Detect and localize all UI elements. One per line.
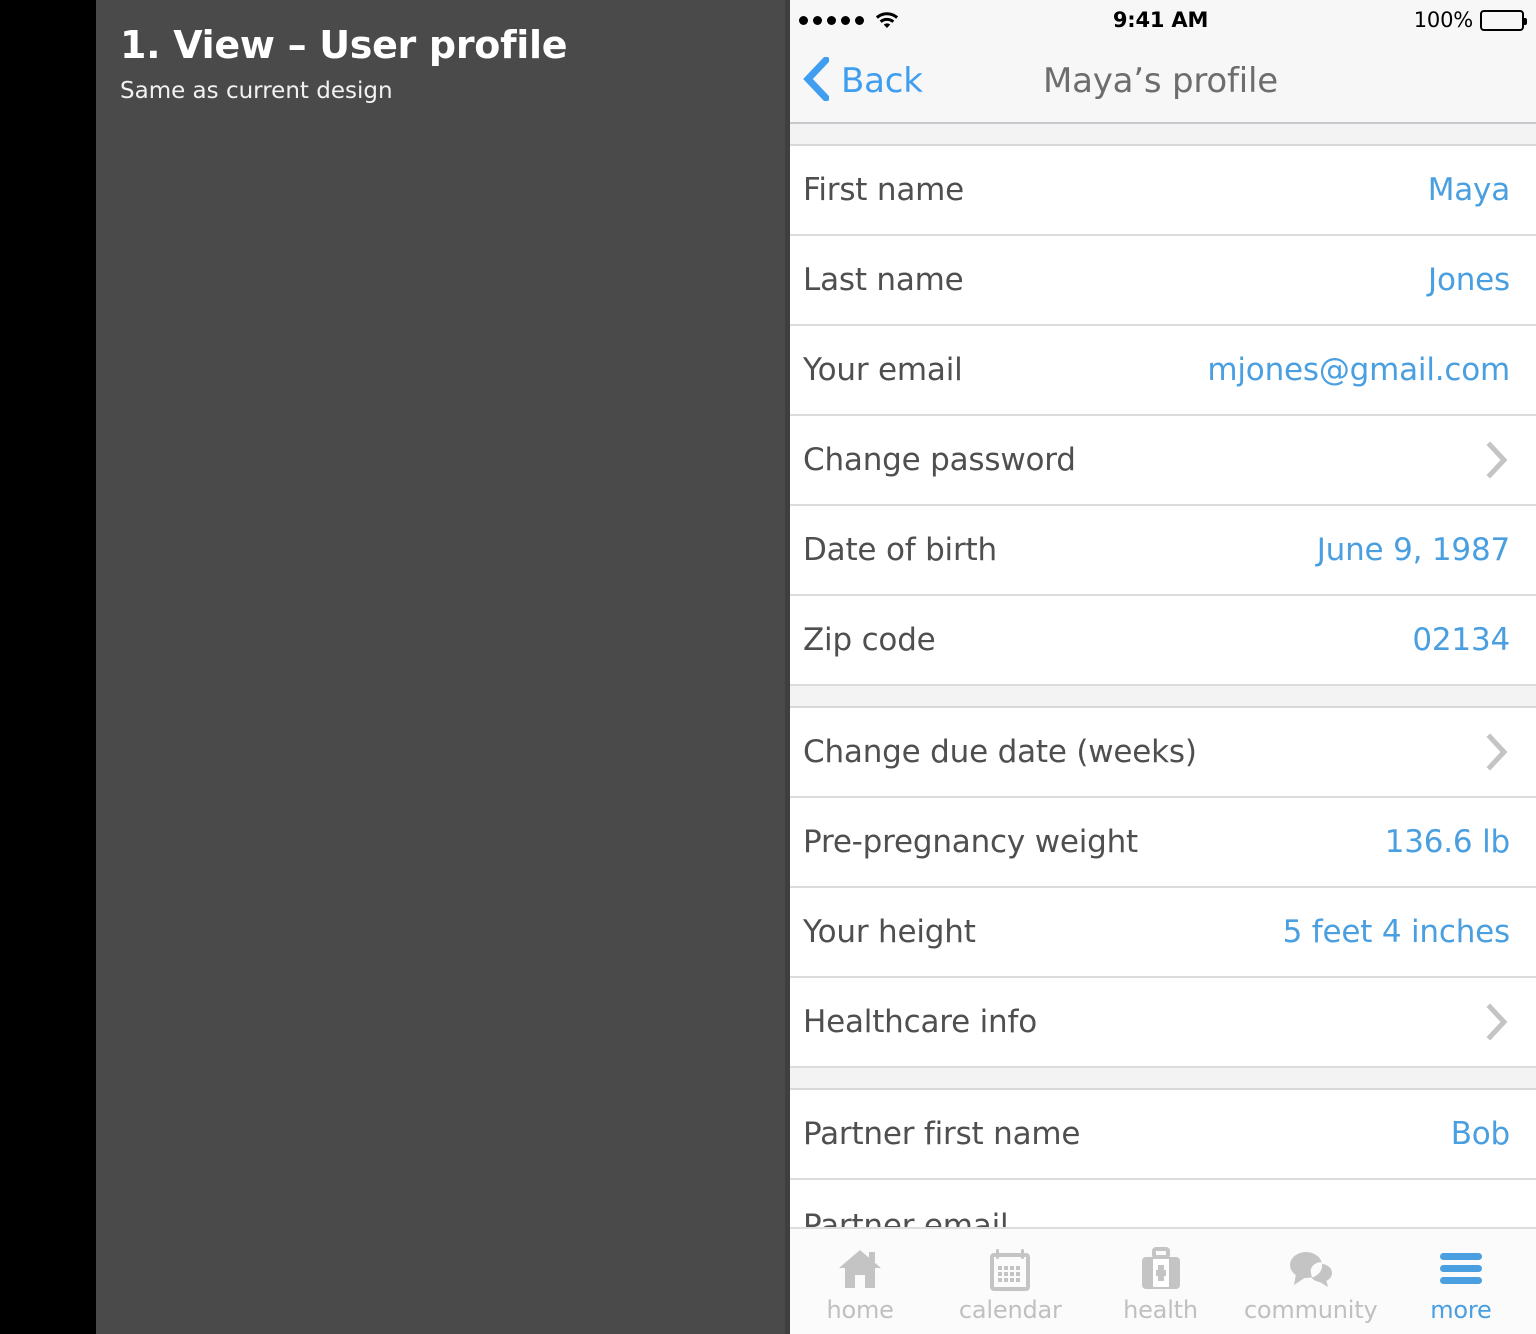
row-value: 136.6 lb: [1384, 824, 1510, 860]
tab-bar: home calendar health community more: [785, 1227, 1536, 1334]
table-row[interactable]: Healthcare info: [785, 978, 1536, 1068]
tab-label: community: [1243, 1295, 1378, 1324]
hamburger-icon: [1438, 1246, 1484, 1292]
table-row[interactable]: Last name Jones: [785, 236, 1536, 326]
row-value: June 9, 1987: [1316, 532, 1510, 568]
phone-screenshot: 9:41 AM 100% Back Maya’s profile First n…: [785, 0, 1536, 1334]
battery-percent-label: 100%: [1413, 8, 1473, 32]
annotation-title: 1. View – User profile: [120, 23, 568, 67]
screenshot-canvas: 1. View – User profile Same as current d…: [0, 0, 1536, 1334]
table-row[interactable]: Your height 5 feet 4 inches: [785, 888, 1536, 978]
row-label: Your height: [803, 914, 976, 950]
row-value: mjones@gmail.com: [1207, 352, 1510, 388]
tab-label: calendar: [958, 1295, 1062, 1324]
row-label: Healthcare info: [803, 1004, 1037, 1040]
tab-calendar[interactable]: calendar: [935, 1229, 1085, 1334]
section-gap-2: [785, 1068, 1536, 1090]
tab-community[interactable]: community: [1236, 1229, 1386, 1334]
chat-bubbles-icon: [1288, 1246, 1334, 1292]
row-label: Date of birth: [803, 532, 997, 568]
chevron-right-icon: [1484, 1000, 1510, 1044]
tab-label: home: [826, 1295, 894, 1324]
home-icon: [837, 1246, 883, 1292]
profile-section-partner: Partner first name Bob Partner email: [785, 1090, 1536, 1227]
tab-label: health: [1123, 1295, 1198, 1324]
row-value: 5 feet 4 inches: [1282, 914, 1511, 950]
tab-home[interactable]: home: [785, 1229, 935, 1334]
row-label: Partner first name: [803, 1116, 1081, 1152]
tab-label: more: [1430, 1295, 1492, 1324]
table-row[interactable]: Change password: [785, 416, 1536, 506]
table-row[interactable]: Date of birth June 9, 1987: [785, 506, 1536, 596]
battery-full-icon: [1480, 9, 1527, 31]
row-label: Zip code: [803, 622, 936, 658]
table-row[interactable]: Partner first name Bob: [785, 1090, 1536, 1180]
annotation-panel: 1. View – User profile Same as current d…: [96, 0, 785, 1334]
row-label: Last name: [803, 262, 964, 298]
navigation-bar: Back Maya’s profile: [785, 40, 1536, 124]
row-label: Your email: [803, 352, 963, 388]
tab-more[interactable]: more: [1386, 1229, 1536, 1334]
tab-health[interactable]: health: [1085, 1229, 1235, 1334]
profile-section-pregnancy: Change due date (weeks) Pre-pregnancy we…: [785, 708, 1536, 1068]
chevron-right-icon: [1484, 730, 1510, 774]
table-row[interactable]: Pre-pregnancy weight 136.6 lb: [785, 798, 1536, 888]
row-value: Jones: [1428, 262, 1510, 298]
table-row[interactable]: Your email mjones@gmail.com: [785, 326, 1536, 416]
annotation-subtitle: Same as current design: [120, 77, 393, 104]
profile-list-scroll[interactable]: First name Maya Last name Jones Your ema…: [785, 124, 1536, 1227]
table-row[interactable]: Partner email: [785, 1180, 1536, 1227]
status-bar: 9:41 AM 100%: [785, 0, 1536, 40]
section-gap-top: [785, 124, 1536, 146]
section-gap-1: [785, 686, 1536, 708]
page-title: Maya’s profile: [1042, 61, 1279, 101]
row-value: Maya: [1427, 172, 1510, 208]
row-label: Partner email: [803, 1208, 1009, 1227]
profile-section-account: First name Maya Last name Jones Your ema…: [785, 146, 1536, 686]
row-value: 02134: [1412, 622, 1510, 658]
row-label: Pre-pregnancy weight: [803, 824, 1139, 860]
calendar-icon: [990, 1246, 1031, 1292]
chevron-right-icon: [1484, 438, 1510, 482]
table-row[interactable]: Zip code 02134: [785, 596, 1536, 686]
table-row[interactable]: First name Maya: [785, 146, 1536, 236]
row-value: Bob: [1450, 1116, 1511, 1152]
status-bar-right: 100%: [1413, 8, 1527, 32]
table-row[interactable]: Change due date (weeks): [785, 708, 1536, 798]
row-label: Change due date (weeks): [803, 734, 1197, 770]
screenshot-left-edge: [785, 0, 790, 1334]
medkit-icon: [1140, 1246, 1182, 1292]
row-label: First name: [803, 172, 965, 208]
row-label: Change password: [803, 442, 1076, 478]
